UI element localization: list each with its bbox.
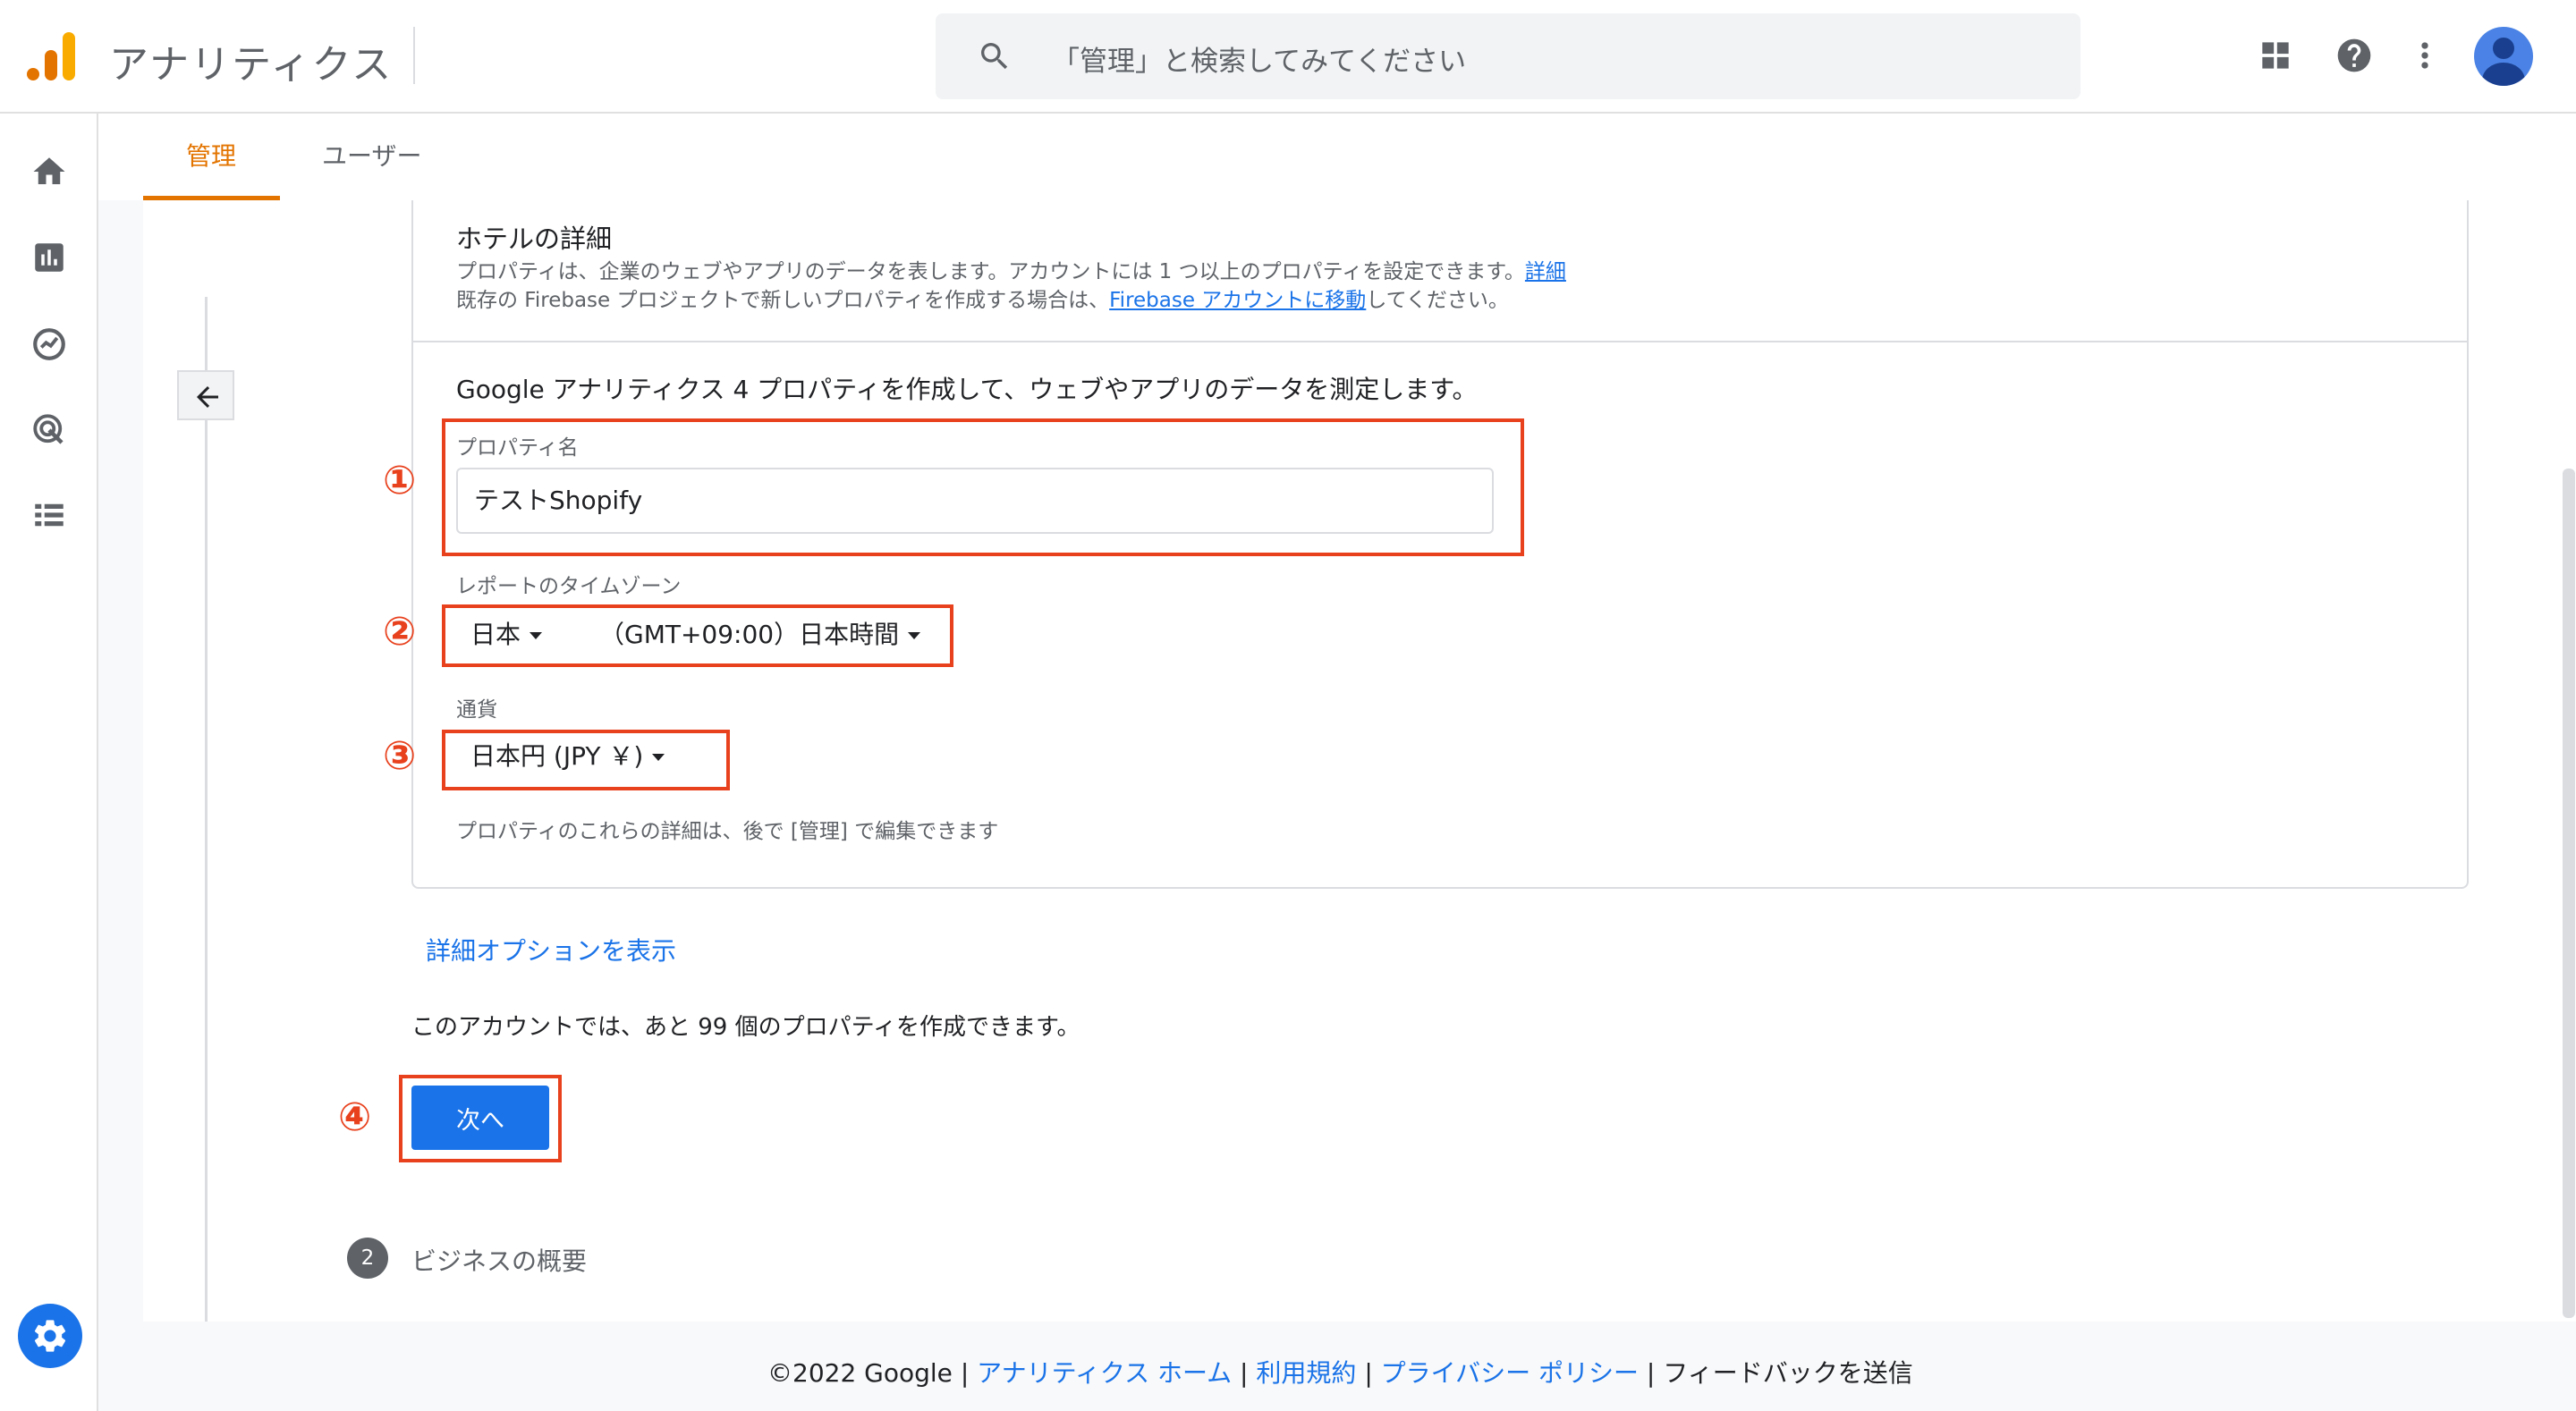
account-avatar[interactable] [2474, 27, 2533, 86]
firebase-account-link[interactable]: Firebase アカウントに移動 [1109, 289, 1366, 312]
card-divider [411, 341, 2469, 342]
search-bar[interactable]: 「管理」と検索してみてください [936, 13, 2080, 99]
property-description: プロパティは、企業のウェブやアプリのデータを表します。アカウントには 1 つ以上… [456, 260, 1566, 283]
footer: ©2022 Google | アナリティクス ホーム | 利用規約 | プライバ… [98, 1322, 2576, 1411]
help-icon[interactable] [2334, 36, 2374, 75]
search-icon [981, 43, 1008, 70]
remaining-properties-text: このアカウントでは、あと 99 個のプロパティを作成できます。 [411, 1014, 1080, 1041]
footer-link-terms[interactable]: 利用規約 [1256, 1358, 1356, 1388]
copyright: ©2022 Google [767, 1358, 953, 1388]
configure-list-icon[interactable] [30, 496, 68, 534]
annotation-box-3 [442, 730, 730, 790]
learn-more-link[interactable]: 詳細 [1525, 260, 1566, 283]
firebase-description: 既存の Firebase プロジェクトで新しいプロパティを作成する場合は、Fir… [456, 289, 1509, 312]
gear-icon [34, 1320, 66, 1352]
create-property-panel: ホテルの詳細 プロパティは、企業のウェブやアプリのデータを表します。アカウントに… [143, 200, 2576, 1322]
advertising-icon[interactable] [30, 411, 68, 449]
annotation-marker-4: ④ [338, 1094, 372, 1140]
reports-icon[interactable] [30, 239, 68, 276]
currency-label: 通貨 [456, 698, 497, 722]
apps-grid-icon[interactable] [2256, 36, 2295, 75]
scrollbar[interactable] [2563, 469, 2575, 1318]
tab-user[interactable]: ユーザー [322, 137, 421, 173]
annotation-box-4 [399, 1075, 562, 1162]
section-title: ホテルの詳細 [456, 224, 613, 254]
intro-text: Google アナリティクス 4 プロパティを作成して、ウェブやアプリのデータを… [456, 375, 1478, 404]
analytics-logo-icon[interactable] [25, 30, 77, 82]
arrow-back-icon [197, 386, 218, 408]
step-2-label[interactable]: ビジネスの概要 [411, 1242, 587, 1278]
timezone-label: レポートのタイムゾーン [456, 575, 682, 598]
back-button[interactable] [177, 370, 234, 420]
step-2-number: 2 [347, 1238, 388, 1279]
footer-link-analytics-home[interactable]: アナリティクス ホーム [977, 1358, 1232, 1388]
title-divider [413, 27, 415, 84]
annotation-marker-2: ② [383, 609, 417, 655]
app-title: アナリティクス [109, 42, 394, 88]
annotation-box-2 [442, 604, 953, 667]
more-vert-icon[interactable] [2405, 36, 2445, 75]
annotation-marker-3: ③ [383, 733, 417, 779]
admin-settings-button[interactable] [18, 1304, 82, 1368]
tab-admin[interactable]: 管理 [186, 137, 236, 173]
explore-icon[interactable] [30, 325, 68, 363]
edit-later-note: プロパティのこれらの詳細は、後で [管理] で編集できます [456, 820, 999, 843]
left-nav [0, 114, 98, 1411]
annotation-box-1 [442, 418, 1524, 556]
admin-tabs: 管理 ユーザー [98, 114, 2576, 200]
feedback-link[interactable]: フィードバックを送信 [1663, 1358, 1912, 1388]
show-advanced-options-link[interactable]: 詳細オプションを表示 [426, 932, 676, 967]
top-bar: アナリティクス 「管理」と検索してみてください [0, 0, 2576, 114]
annotation-marker-1: ① [383, 458, 417, 503]
main-area: 管理 ユーザー ホテルの詳細 プロパティは、企業のウェブやアプリのデータを表しま… [98, 114, 2576, 1411]
search-input[interactable]: 「管理」と検索してみてください [1052, 38, 1466, 79]
home-icon[interactable] [30, 153, 68, 190]
footer-link-privacy[interactable]: プライバシー ポリシー [1381, 1358, 1639, 1388]
stepper-line [205, 297, 208, 1322]
